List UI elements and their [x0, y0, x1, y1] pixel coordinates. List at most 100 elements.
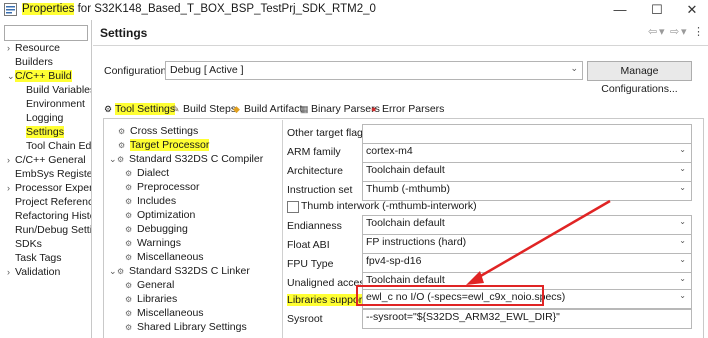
instruction-set-value: Thumb (-mthumb)	[366, 183, 451, 195]
sidebar-item-resource[interactable]: › Resource	[7, 42, 60, 55]
arm-family-select[interactable]: cortex-m4 ⌄	[362, 143, 692, 163]
settings-page-icon: ⚙	[125, 183, 133, 192]
tree-item-label: Shared Library Settings	[137, 321, 247, 333]
tree-item-shared-library-settings[interactable]: ⚙ Shared Library Settings	[125, 321, 247, 334]
other-target-flags-input[interactable]	[362, 124, 692, 144]
error-icon: ●	[371, 104, 377, 114]
tree-item-cross-settings[interactable]: ⚙ Cross Settings	[118, 125, 198, 138]
tree-item-dialect[interactable]: ⚙ Dialect	[125, 167, 169, 180]
settings-page-icon: ⚙	[125, 309, 133, 318]
sidebar-item-label: C/C++ Build	[15, 70, 72, 82]
tab-build-steps[interactable]: ✎ Build Steps	[172, 103, 236, 115]
tab-label: Build Steps	[183, 103, 237, 115]
wrench-icon: ✎	[172, 104, 180, 114]
chevron-right-icon[interactable]: ›	[7, 42, 15, 55]
sidebar-item-run-debug-settings[interactable]: Run/Debug Settin	[15, 224, 92, 237]
configuration-label: Configuration:	[104, 65, 170, 77]
back-icon[interactable]: ⇦	[648, 25, 657, 38]
tab-build-artifact[interactable]: ◆ Build Artifact	[233, 103, 302, 115]
tree-item-label: Dialect	[137, 167, 170, 179]
tree-item-optimization[interactable]: ⚙ Optimization	[125, 209, 195, 222]
chevron-right-icon[interactable]: ›	[7, 266, 15, 279]
chevron-down-icon: ⌄	[679, 217, 686, 226]
tool-settings-tree: ⚙ Cross Settings ⚙ Target Processor ⌄⚙ Stan…	[104, 120, 283, 338]
other-target-flags-label: Other target flags	[287, 127, 369, 139]
chevron-down-icon: ⌄	[679, 145, 686, 154]
minimize-button[interactable]: —	[605, 1, 635, 19]
settings-page-icon: ⚙	[118, 141, 126, 150]
chevron-down-icon: ⌄	[679, 236, 686, 245]
fpu-type-label: FPU Type	[287, 258, 334, 270]
tree-item-libraries[interactable]: ⚙ Libraries	[125, 293, 177, 306]
close-button[interactable]: ✕	[677, 1, 707, 19]
tree-item-c-compiler[interactable]: ⌄⚙ Standard S32DS C Compiler	[109, 153, 263, 166]
settings-page-icon: ⚙	[125, 169, 133, 178]
tree-item-label: Debugging	[137, 223, 188, 235]
settings-header: Settings ⇦ ▾ ⇨ ▾ ⋮	[93, 20, 708, 46]
architecture-select[interactable]: Toolchain default ⌄	[362, 162, 692, 182]
sidebar-item-label: Settings	[26, 126, 64, 138]
forward-icon[interactable]: ⇨	[670, 25, 679, 38]
title-bar: Properties for S32K148_Based_T_BOX_BSP_T…	[0, 0, 708, 20]
chevron-down-icon[interactable]: ⌄	[109, 265, 117, 278]
sysroot-input[interactable]: --sysroot="${S32DS_ARM32_EWL_DIR}"	[362, 309, 692, 329]
tree-item-general[interactable]: ⚙ General	[125, 279, 174, 292]
chevron-down-icon[interactable]: ⌄	[109, 153, 117, 166]
chevron-right-icon[interactable]: ›	[7, 182, 15, 195]
property-tree: › Resource Builders ⌄C/C++ Build Build Va…	[0, 20, 92, 338]
sidebar-item-embsys-register[interactable]: EmbSys Register V	[15, 168, 91, 181]
chevron-down-icon[interactable]: ⌄	[7, 70, 15, 83]
fpu-type-value: fpv4-sp-d16	[366, 255, 422, 267]
forward-menu-icon[interactable]: ▾	[681, 25, 687, 38]
sidebar-item-validation[interactable]: › Validation	[7, 266, 60, 279]
tab-label: Build Artifact	[244, 103, 303, 115]
sidebar-item-builders[interactable]: Builders	[15, 56, 53, 69]
tree-item-includes[interactable]: ⚙ Includes	[125, 195, 176, 208]
sidebar-item-cpp-build[interactable]: ⌄C/C++ Build	[7, 70, 72, 83]
sysroot-label: Sysroot	[287, 313, 323, 325]
configuration-select[interactable]: Debug [ Active ] ⌄	[165, 61, 583, 80]
settings-page-icon: ⚙	[118, 127, 126, 136]
maximize-button[interactable]: ☐	[642, 1, 672, 19]
tab-tool-settings[interactable]: ⚙ Tool Settings	[104, 103, 176, 115]
tree-item-c-linker[interactable]: ⌄⚙ Standard S32DS C Linker	[109, 265, 250, 278]
libraries-support-label: Libraries suppor	[287, 294, 363, 306]
sidebar-item-tool-chain-editor[interactable]: Tool Chain Edito	[26, 140, 91, 153]
sidebar-item-settings[interactable]: Settings	[26, 126, 64, 139]
settings-page-icon: ⚙	[125, 295, 133, 304]
tree-item-miscellaneous[interactable]: ⚙ Miscellaneous	[125, 251, 204, 264]
view-menu-icon[interactable]: ⋮	[693, 25, 704, 38]
sidebar-item-task-tags[interactable]: Task Tags	[15, 252, 62, 265]
sidebar-item-project-references[interactable]: Project References	[15, 196, 91, 209]
sidebar-item-sdks[interactable]: SDKs	[15, 238, 42, 251]
window-title-rest: for S32K148_Based_T_BOX_BSP_TestPrj_SDK_…	[74, 3, 376, 15]
sidebar-item-environment[interactable]: Environment	[26, 98, 85, 111]
tree-item-target-processor[interactable]: ⚙ Target Processor	[118, 139, 210, 152]
sidebar-item-cpp-general[interactable]: › C/C++ General	[7, 154, 86, 167]
settings-page-icon: ⚙	[125, 239, 133, 248]
sidebar-item-label: Run/Debug Settin	[15, 224, 92, 236]
chevron-right-icon[interactable]: ›	[7, 154, 15, 167]
tree-item-linker-miscellaneous[interactable]: ⚙ Miscellaneous	[125, 307, 204, 320]
tab-error-parsers[interactable]: ● Error Parsers	[371, 103, 444, 115]
tab-label: Error Parsers	[382, 103, 445, 115]
sidebar-item-processor-expert[interactable]: › Processor Expert	[7, 182, 91, 195]
back-menu-icon[interactable]: ▾	[659, 25, 665, 38]
tree-item-debugging[interactable]: ⚙ Debugging	[125, 223, 188, 236]
tree-item-preprocessor[interactable]: ⚙ Preprocessor	[125, 181, 199, 194]
sidebar-item-label: Build Variables	[26, 84, 92, 96]
filter-input[interactable]	[4, 25, 88, 41]
tab-label: Binary Parsers	[311, 103, 380, 115]
manage-configurations-button[interactable]: Manage Configurations...	[587, 61, 692, 95]
thumb-interwork-checkbox[interactable]	[287, 201, 299, 213]
sidebar-item-logging[interactable]: Logging	[26, 112, 63, 125]
gear-icon: ⚙	[104, 104, 113, 114]
tab-binary-parsers[interactable]: ▦ Binary Parsers	[300, 103, 380, 115]
sidebar-item-build-variables[interactable]: Build Variables	[26, 84, 92, 97]
tree-item-warnings[interactable]: ⚙ Warnings	[125, 237, 181, 250]
arm-family-value: cortex-m4	[366, 145, 413, 157]
window-title: Properties for S32K148_Based_T_BOX_BSP_T…	[22, 3, 376, 15]
sidebar-item-refactoring-history[interactable]: Refactoring Histor	[15, 210, 91, 223]
tool-icon: ⚙	[117, 155, 125, 164]
sidebar-item-label: EmbSys Register V	[15, 168, 91, 180]
